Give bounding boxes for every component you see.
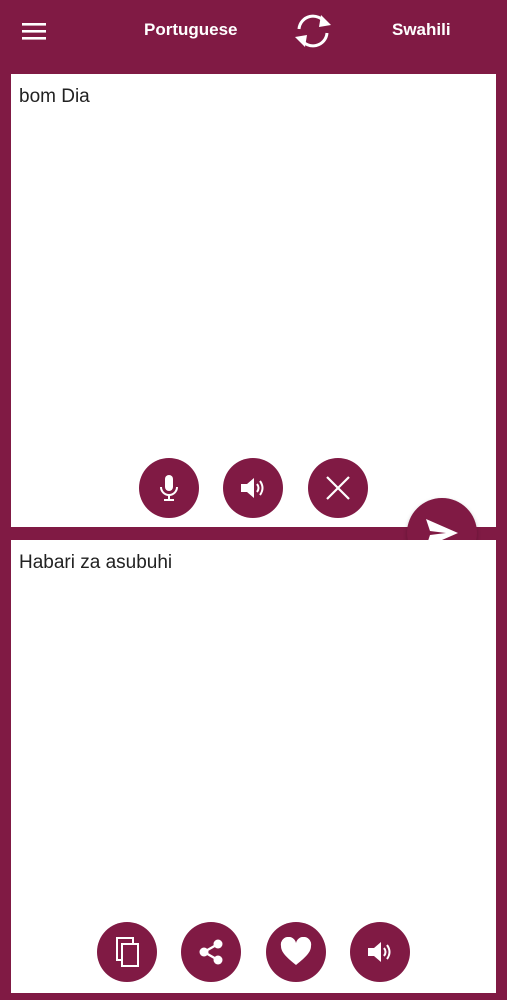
hamburger-menu-icon [22, 23, 46, 40]
target-language-selector[interactable]: Swahili [392, 20, 451, 40]
menu-button[interactable] [14, 13, 54, 49]
top-app-bar: Portuguese Swahili [0, 0, 507, 70]
source-language-selector[interactable]: Portuguese [144, 20, 238, 40]
translated-text: Habari za asubuhi [19, 552, 173, 573]
microphone-button[interactable] [139, 458, 199, 518]
speaker-icon [241, 478, 264, 498]
input-panel: bom Dia [11, 74, 496, 527]
share-icon [199, 939, 223, 965]
swap-languages-button[interactable] [290, 9, 336, 53]
copy-button[interactable] [97, 922, 157, 982]
source-text-input[interactable]: bom Dia [19, 86, 488, 108]
microphone-icon [160, 475, 178, 501]
speak-output-button[interactable] [350, 922, 410, 982]
speaker-icon [368, 942, 391, 962]
swap-languages-icon [295, 14, 331, 48]
close-icon [326, 476, 350, 500]
clear-button[interactable] [308, 458, 368, 518]
favorite-button[interactable] [266, 922, 326, 982]
speak-input-button[interactable] [223, 458, 283, 518]
heart-icon [280, 937, 312, 965]
copy-icon [116, 937, 139, 967]
share-button[interactable] [181, 922, 241, 982]
output-panel: Habari za asubuhi [11, 540, 496, 993]
